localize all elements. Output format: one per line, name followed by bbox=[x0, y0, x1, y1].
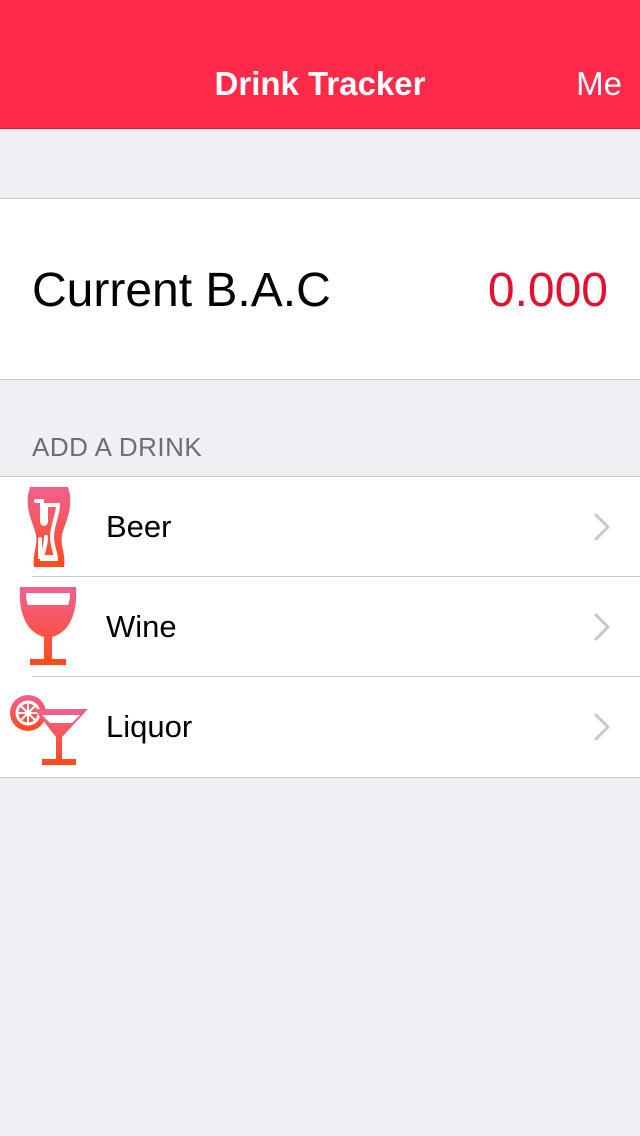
drink-label: Beer bbox=[106, 509, 172, 544]
beer-glass-icon bbox=[27, 487, 71, 567]
cocktail-glass-icon bbox=[10, 695, 88, 765]
bac-value: 0.000 bbox=[487, 264, 608, 317]
drink-list: Beer Wine Liquor bbox=[0, 476, 640, 778]
drink-row-beer[interactable]: Beer bbox=[0, 477, 640, 577]
section-header: ADD A DRINK bbox=[32, 432, 203, 462]
page-title: Drink Tracker bbox=[214, 65, 426, 102]
drink-row-liquor[interactable]: Liquor bbox=[0, 677, 640, 777]
drink-row-wine[interactable]: Wine bbox=[0, 577, 640, 677]
bac-label: Current B.A.C bbox=[32, 264, 331, 317]
chevron-right-icon bbox=[594, 513, 610, 541]
drink-label: Wine bbox=[106, 609, 177, 644]
bac-card: Current B.A.C 0.000 bbox=[0, 198, 640, 380]
drink-label: Liquor bbox=[106, 709, 193, 744]
navigation-bar: Drink Tracker Me bbox=[0, 0, 640, 129]
wine-glass-icon bbox=[19, 587, 77, 665]
chevron-right-icon bbox=[594, 713, 610, 741]
chevron-right-icon bbox=[594, 613, 610, 641]
me-button[interactable]: Me bbox=[576, 64, 622, 104]
